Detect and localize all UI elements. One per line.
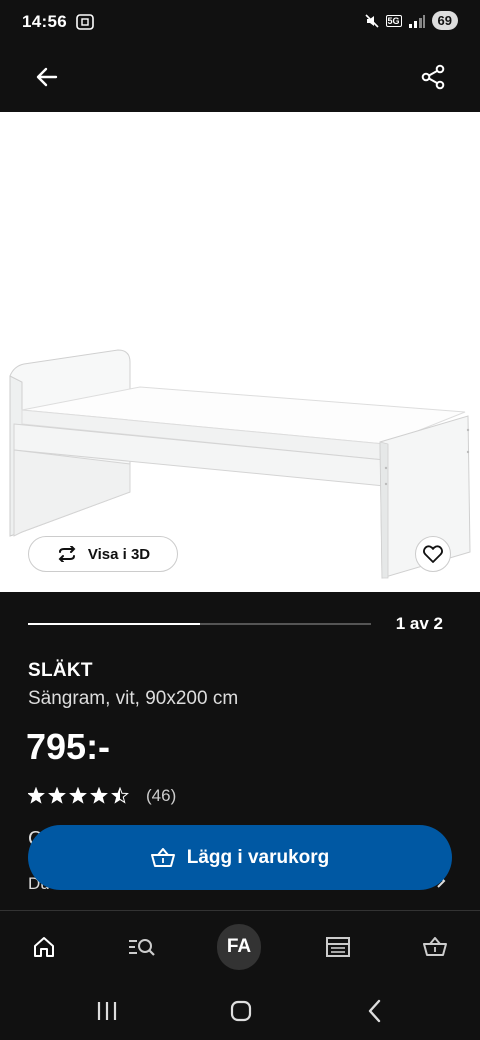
- system-navigation: [0, 982, 480, 1040]
- status-right: 5G 69: [364, 11, 458, 30]
- mute-icon: [364, 13, 379, 28]
- signal-icon: [408, 14, 425, 28]
- recent-apps-button[interactable]: [92, 998, 122, 1024]
- home-icon: [34, 937, 54, 957]
- screenshot-icon: [76, 14, 94, 30]
- rotate-3d-icon: [58, 546, 76, 562]
- status-bar: 14:56 5G 69: [0, 0, 480, 46]
- home-system-button[interactable]: [226, 998, 256, 1024]
- share-button[interactable]: [418, 62, 448, 92]
- heart-icon: [423, 545, 443, 563]
- nav-search[interactable]: [120, 925, 164, 969]
- favorite-button[interactable]: [415, 536, 451, 572]
- add-to-cart-button[interactable]: Lägg i varukorg: [28, 825, 452, 890]
- basket-nav-icon: [423, 937, 447, 956]
- rating-count: (46): [146, 786, 177, 805]
- star-icon: [49, 788, 65, 803]
- nav-home[interactable]: [22, 925, 66, 969]
- profile-avatar: FA: [217, 924, 261, 970]
- star-icon: [70, 788, 86, 803]
- star-icon: [28, 788, 44, 803]
- product-description: Sängram, vit, 90x200 cm: [28, 688, 239, 709]
- nav-basket[interactable]: [413, 925, 457, 969]
- rating-stars: [28, 787, 129, 804]
- back-button[interactable]: [32, 62, 62, 92]
- view-3d-button[interactable]: Visa i 3D: [28, 536, 178, 572]
- back-system-button[interactable]: [360, 998, 390, 1024]
- bottom-navigation: FA: [0, 910, 480, 982]
- basket-icon: [150, 847, 175, 867]
- image-carousel-indicator: [28, 623, 371, 625]
- product-image-area[interactable]: Visa i 3D: [0, 112, 480, 592]
- bed-image: [9, 349, 471, 579]
- store-icon: [326, 937, 350, 957]
- star-icon: [91, 788, 107, 803]
- add-to-cart-label: Lägg i varukorg: [186, 846, 330, 868]
- search-icon: [129, 939, 155, 956]
- battery-badge: 69: [431, 11, 458, 30]
- nav-store[interactable]: [316, 925, 360, 969]
- rating[interactable]: (46): [28, 786, 176, 806]
- view-3d-label: Visa i 3D: [87, 545, 151, 563]
- product-price: 795:-: [26, 726, 111, 767]
- carousel-progress: [28, 623, 200, 625]
- status-time: 14:56: [22, 12, 67, 31]
- product-name: SLÄKT: [28, 660, 93, 681]
- carousel-counter: 1 av 2: [395, 614, 443, 633]
- app-bar: [0, 46, 480, 112]
- product-details: 1 av 2 SLÄKT Sängram, vit, 90x200 cm 795…: [0, 592, 480, 910]
- nav-profile[interactable]: FA: [217, 924, 261, 970]
- network-label: 5G: [385, 14, 402, 27]
